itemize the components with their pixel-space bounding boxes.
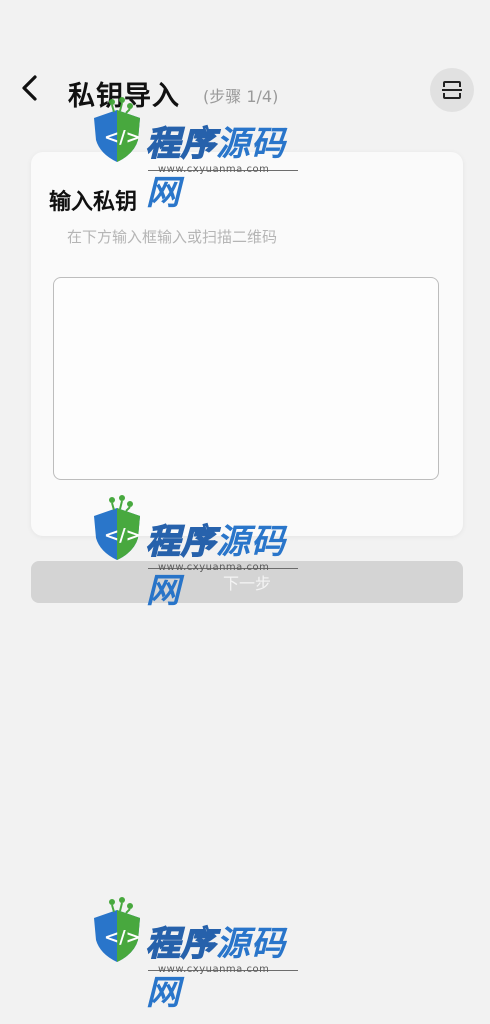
card-hint: 在下方输入框输入或扫描二维码: [67, 228, 278, 246]
watermark-logo-icon: </>: [94, 897, 141, 962]
watermark-logo-icon: </>: [94, 97, 141, 162]
scan-icon: [442, 81, 462, 99]
watermark-url: www.cxyuanma.com: [158, 164, 270, 175]
watermark-url: www.cxyuanma.com: [158, 964, 270, 975]
scan-button[interactable]: [430, 68, 474, 112]
watermark-logo-icon: </>: [94, 495, 141, 560]
watermark: </> 程序源码网 www.cxyuanma.com: [88, 896, 308, 1013]
watermark: </> 程序源码网 www.cxyuanma.com: [88, 96, 308, 213]
svg-text:</>: </>: [104, 927, 141, 948]
chevron-left-icon: [22, 75, 37, 101]
private-key-import-page: 私钥导入 (步骤 1/4) 输入私钥 在下方输入框输入或扫描二维码 下一步 </…: [0, 0, 490, 1024]
private-key-input[interactable]: [53, 277, 439, 480]
back-button[interactable]: [10, 68, 50, 108]
watermark: </> 程序源码网 www.cxyuanma.com: [88, 494, 308, 611]
watermark-url: www.cxyuanma.com: [158, 562, 270, 573]
svg-text:</>: </>: [104, 127, 141, 148]
svg-text:</>: </>: [104, 525, 141, 546]
